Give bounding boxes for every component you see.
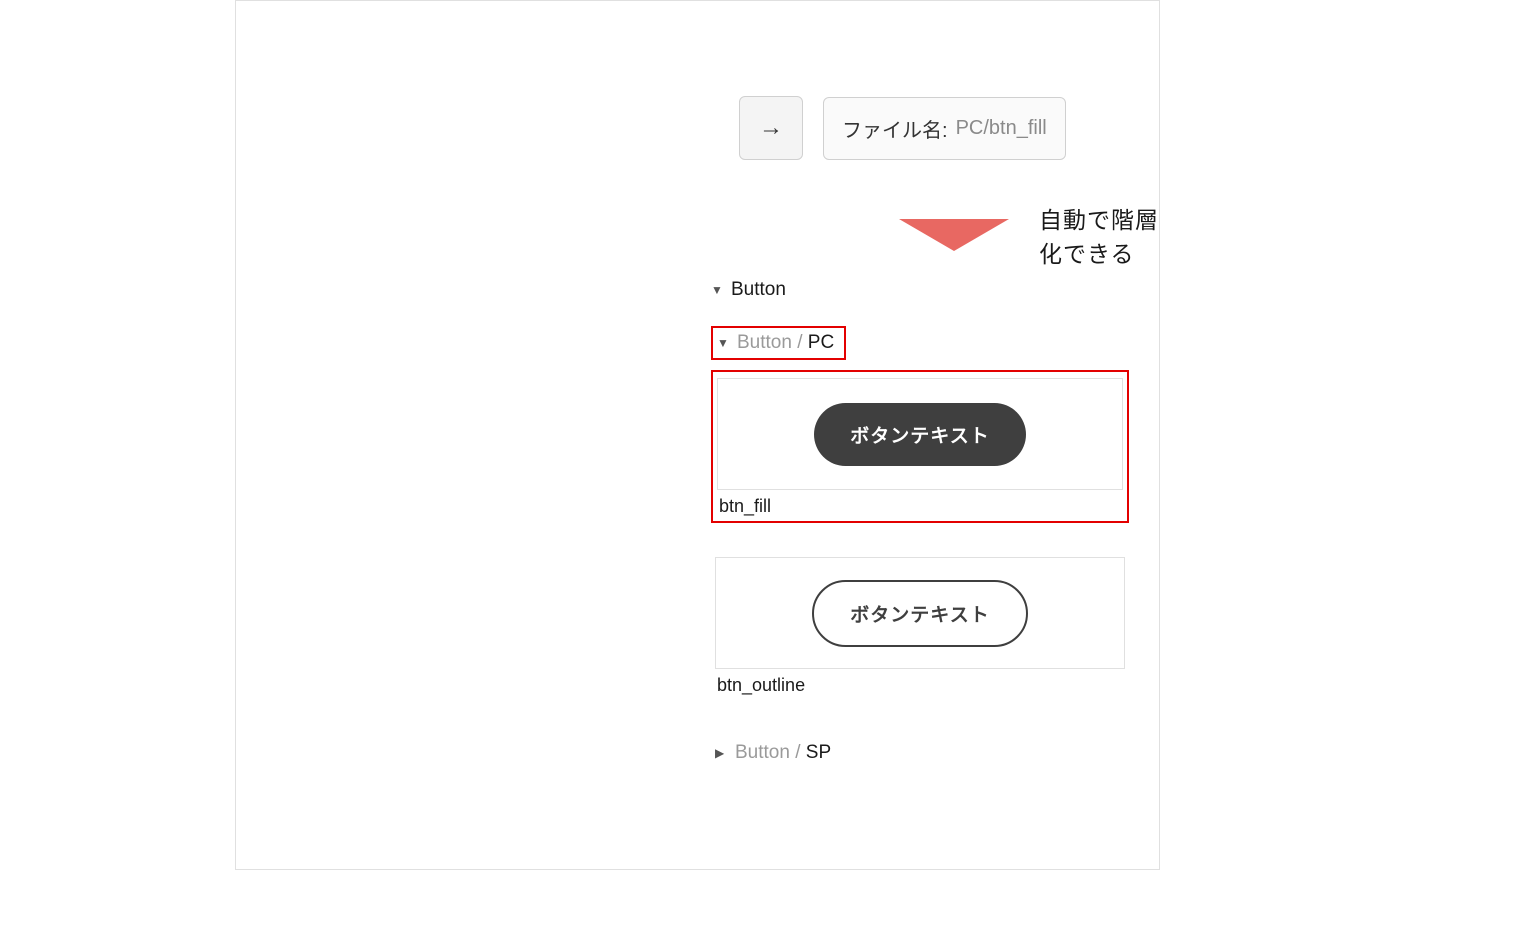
tree-group-sp[interactable]: ▶ Button / SP	[711, 738, 841, 768]
btn-outline-sample: ボタンテキスト	[812, 580, 1027, 647]
filename-display: ファイル名: PC/btn_fill	[823, 97, 1066, 160]
caret-right-icon: ▶	[715, 746, 727, 760]
transform-button[interactable]: →	[739, 96, 803, 160]
component-label-fill: btn_fill	[717, 496, 1123, 517]
arrow-right-icon: →	[759, 114, 783, 142]
component-btn-outline[interactable]: ボタンテキスト btn_outline	[711, 551, 1129, 700]
component-btn-fill[interactable]: ボタンテキスト btn_fill	[711, 370, 1129, 523]
component-label-outline: btn_outline	[715, 675, 1125, 696]
tree-group-sp-label: Button / SP	[735, 742, 831, 764]
tree-group-pc-label: Button / PC	[737, 332, 834, 354]
tree-group-pc[interactable]: ▼ Button / PC	[711, 326, 846, 360]
annotation-text: 自動で階層化できる	[1039, 201, 1159, 269]
caret-down-icon: ▼	[717, 336, 729, 350]
tree-group-name: PC	[808, 332, 834, 353]
content-frame: → ファイル名: PC/btn_fill 自動で階層化できる ▼ Button …	[235, 0, 1160, 870]
filename-value: PC/btn_fill	[956, 117, 1047, 140]
arrow-down-icon	[899, 219, 1009, 251]
annotation-row: 自動で階層化できる	[899, 201, 1159, 269]
caret-down-icon: ▼	[711, 283, 723, 297]
filename-label: ファイル名:	[842, 114, 948, 143]
filename-row: → ファイル名: PC/btn_fill	[739, 96, 1066, 160]
tree-group-prefix: Button /	[735, 742, 806, 763]
tree-root-button[interactable]: ▼ Button	[711, 276, 1129, 304]
tree-root-label: Button	[731, 279, 786, 301]
tree-group-name: SP	[806, 742, 831, 763]
btn-fill-sample: ボタンテキスト	[814, 403, 1025, 466]
layer-tree: ▼ Button ▼ Button / PC ボタンテキスト btn_fill …	[711, 276, 1129, 768]
tree-group-prefix: Button /	[737, 332, 808, 353]
component-preview-outline: ボタンテキスト	[715, 557, 1125, 669]
component-preview-fill: ボタンテキスト	[717, 378, 1123, 490]
